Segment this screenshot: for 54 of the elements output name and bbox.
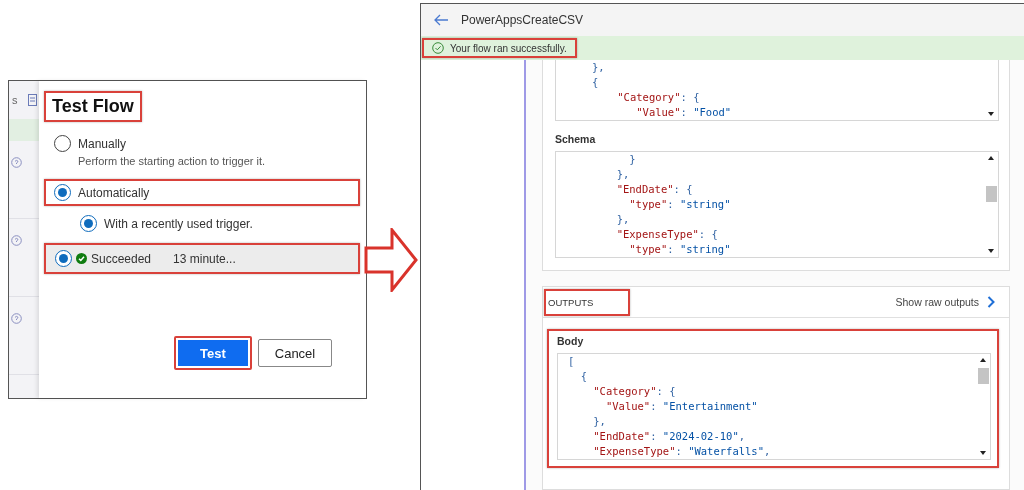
trigger-option[interactable]: With a recently used trigger.: [44, 210, 360, 237]
help-icon[interactable]: [11, 157, 22, 168]
option-label: Manually: [78, 136, 127, 151]
partial-label: s: [12, 94, 18, 106]
show-raw-outputs-link[interactable]: Show raw outputs: [895, 296, 995, 308]
radio-button[interactable]: [55, 250, 72, 267]
test-button[interactable]: Test: [174, 336, 252, 370]
code-line: },: [615, 167, 631, 182]
code-line: [: [568, 354, 576, 369]
section-heading: OUTPUTS: [544, 288, 631, 316]
code-editor[interactable]: } }, "EndDate": { "type": "string" }, "ExpenseType": { "type": "string": [555, 151, 999, 258]
cancel-button[interactable]: Cancel: [258, 339, 332, 367]
code-line: },: [615, 212, 631, 227]
code-line: "EndDate": {: [615, 182, 694, 197]
help-icon[interactable]: [11, 313, 22, 324]
help-icon[interactable]: [11, 235, 22, 246]
code-line: "Category": {: [616, 90, 701, 105]
radio-option[interactable]: Manually: [44, 130, 360, 157]
field-label: Body: [557, 335, 585, 347]
run-time: 13 minute...: [173, 251, 236, 266]
code-line: "Value": "Food": [635, 105, 733, 120]
code-line: "Category": {: [592, 384, 677, 399]
check-circle-icon: [76, 253, 87, 264]
banner-message: Your flow ran successfully.: [450, 42, 567, 54]
option-label: Automatically: [78, 185, 150, 200]
status-strip: [9, 119, 39, 141]
dialog-title: Test Flow: [44, 91, 142, 122]
check-circle-icon: [432, 42, 444, 54]
code-line: "EndDate": "2024-02-10",: [592, 429, 747, 444]
code-line: },: [592, 414, 607, 429]
radio-option[interactable]: Automatically: [44, 179, 360, 206]
code-line: "type": "string": [628, 197, 732, 212]
run-row[interactable]: Succeeded 13 minute...: [44, 243, 360, 274]
option-description: Perform the starting action to trigger it.: [77, 155, 267, 167]
chevron-right-icon: [987, 296, 995, 308]
code-line: "ExpenseType": {: [615, 227, 719, 242]
code-line: }: [628, 152, 637, 167]
radio-button[interactable]: [80, 215, 97, 232]
option-label: With a recently used trigger.: [104, 216, 253, 231]
code-editor[interactable]: }, { "Category": { "Value": "Food": [555, 60, 999, 121]
code-line: "type": "string": [628, 242, 732, 257]
code-line: "ExpenseType": "Waterfalls",: [592, 444, 772, 459]
field-label: Schema: [555, 133, 597, 145]
code-editor[interactable]: [ { "Category": { "Value": "Entertainment" }, "EndDate": "2024-02-10", "ExpenseType": "Waterfalls",: [557, 353, 991, 460]
code-line: {: [592, 75, 600, 90]
flow-title: PowerAppsCreateCSV: [461, 13, 584, 27]
code-line: "Value": "Entertainment": [604, 399, 759, 414]
radio-button[interactable]: [54, 135, 71, 152]
radio-button[interactable]: [54, 184, 71, 201]
document-icon: [27, 94, 37, 106]
code-line: {: [579, 369, 588, 384]
back-arrow-icon[interactable]: [433, 14, 449, 26]
code-line: },: [592, 60, 606, 75]
run-status: Succeeded: [91, 251, 152, 266]
